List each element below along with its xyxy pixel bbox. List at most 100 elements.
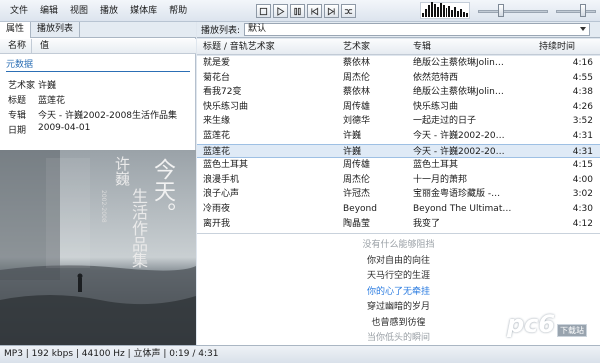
cell-album: 我变了 [413,218,441,229]
property-row-title[interactable]: 标题 蓝莲花 [8,93,65,106]
menu-file[interactable]: 文件 [4,0,34,22]
tab-properties[interactable]: 属性 [0,22,32,38]
spectrum-bar [457,11,460,17]
watermark-logo: pc6 [507,310,556,338]
cell-album: 蓝色土耳其 [413,160,459,171]
cell-artist: 周杰伦 [343,72,371,83]
menu-edit[interactable]: 编辑 [34,0,64,22]
playlist-rows: 就是爱 蔡依林 绝版公主蔡依琳Jolin… 4:16 菊花台 周杰伦 依然范特西 4:55 看我… [197,56,600,233]
property-value: 2009-04-01 [38,123,91,133]
spectrum-bar [460,9,463,17]
menu-bar: 文件 编辑 视图 播放 媒体库 帮助 [4,0,193,22]
spectrum-bar [454,7,457,17]
left-tabs: 属性 播放列表 [0,22,196,38]
table-row[interactable]: 蓝色土耳其 周传雄 蓝色土耳其 4:15 [197,158,600,173]
table-row[interactable]: 来生缘 刘德华 一起走过的日子 3:52 [197,114,600,129]
seek-bar[interactable] [478,10,548,13]
table-row[interactable]: 冷雨夜 Beyond Beyond The Ultimat… 4:30 [197,202,600,217]
album-artist-text: 许巍 [113,156,131,186]
header-title[interactable]: 标题 / 音轨艺术家 [203,39,275,55]
random-icon [344,8,353,14]
table-row[interactable]: 快乐练习曲 周传雄 快乐练习曲 4:26 [197,100,600,115]
cell-title: 离开我 [203,218,231,229]
watermark-sub: 下载站 [557,324,587,337]
spectrum-bar [448,6,451,17]
column-name[interactable]: 名称 [0,39,32,53]
random-button[interactable] [341,4,356,18]
table-row[interactable]: 浪漫手机 周杰伦 十一月的萧邦 4:00 [197,173,600,188]
property-value: 今天 - 许巍2002-2008生活作品集 [38,111,178,121]
stop-button[interactable] [256,4,271,18]
spectrum-bar [442,5,445,17]
watermark: pc6 下载站 [507,310,595,340]
pause-icon [294,7,301,15]
album-year-text: 2002-2008 [100,190,107,223]
cell-title: 蓝色土耳其 [203,160,249,171]
menu-playback[interactable]: 播放 [94,0,124,22]
cell-duration: 3:52 [572,116,593,127]
spectrum-bar [422,13,424,17]
volume-slider[interactable] [556,10,596,13]
header-album[interactable]: 专辑 [413,39,431,55]
table-row[interactable]: 蓝莲花 许巍 今天 - 许巍2002-20… 4:31 [197,129,600,144]
cell-title: 就是爱 [203,58,231,68]
status-text: MP3 | 192 kbps | 44100 Hz | 立体声 | 0:19 /… [4,349,219,359]
column-value[interactable]: 值 [32,39,49,53]
spectrum-visualizer [420,2,470,19]
menu-library[interactable]: 媒体库 [124,0,163,22]
cell-album: 十一月的萧邦 [413,174,468,185]
cell-artist: Beyond [343,204,377,214]
cell-album: 宝丽金粤语珍藏版 -… [413,189,501,200]
property-row-date[interactable]: 日期 2009-04-01 [8,123,90,136]
next-button[interactable] [324,4,339,18]
playlist-header: 标题 / 音轨艺术家 艺术家 专辑 持续时间 [197,39,600,55]
header-duration[interactable]: 持续时间 [539,39,575,55]
spectrum-bar [463,12,466,17]
menu-help[interactable]: 帮助 [163,0,193,22]
cell-duration: 4:30 [572,204,593,214]
cell-album: 一起走过的日子 [413,116,477,127]
album-art: 今天。 许巍 生活作品集 2002-2008 [0,150,196,345]
property-key: 日期 [8,126,27,136]
cell-album: 依然范特西 [413,72,459,83]
cell-artist: 许巍 [343,146,362,157]
cell-title: 来生缘 [203,116,231,127]
header-artist[interactable]: 艺术家 [343,39,370,55]
play-icon [277,6,285,16]
properties-header: 名称 值 [0,39,196,54]
table-row[interactable]: 蓝莲花 许巍 今天 - 许巍2002-20… 4:31 [197,143,600,159]
top-toolbar: 文件 编辑 视图 播放 媒体库 帮助 [0,0,600,22]
spectrum-bar [424,9,427,17]
playlist-dropdown[interactable]: 默认 [244,23,591,36]
property-row-album[interactable]: 专辑 今天 - 许巍2002-2008生活作品集 [8,108,177,121]
cell-album: 绝版公主蔡依琳Jolin… [413,87,504,98]
table-row[interactable]: 浪子心声 许冠杰 宝丽金粤语珍藏版 -… 3:02 [197,187,600,202]
table-row[interactable]: 看我72变 蔡依林 绝版公主蔡依琳Jolin… 4:38 [197,85,600,100]
volume-thumb[interactable] [580,4,586,17]
play-button[interactable] [273,4,288,18]
chevron-down-icon [580,27,587,31]
property-row-artist[interactable]: 艺术家 许巍 [8,78,56,91]
cell-album: 绝版公主蔡依琳Jolin… [413,58,504,68]
property-key: 艺术家 [8,81,36,91]
pause-button[interactable] [290,4,305,18]
table-row[interactable]: 离开我 陶晶莹 我变了 4:12 [197,217,600,232]
menu-view[interactable]: 视图 [64,0,94,22]
table-row[interactable]: 就是爱 蔡依林 绝版公主蔡依琳Jolin… 4:16 [197,56,600,71]
spectrum-bar [466,13,468,17]
cell-artist: 周杰伦 [343,174,371,185]
property-value: 许巍 [38,81,57,91]
cell-artist: 周传雄 [343,101,371,112]
spectrum-bar [451,10,454,17]
album-subtitle-text: 生活作品集 [129,188,148,268]
cell-title: 浪漫手机 [203,174,240,185]
tab-playlists[interactable]: 播放列表 [31,22,81,37]
previous-button[interactable] [307,4,322,18]
metadata-group-title: 元数据 [6,59,190,72]
cell-duration: 4:16 [572,58,593,68]
table-row[interactable]: 菊花台 周杰伦 依然范特西 4:55 [197,71,600,86]
cell-artist: 刘德华 [343,116,371,127]
seek-thumb[interactable] [498,4,504,17]
cell-duration: 3:02 [572,189,593,200]
cell-duration: 4:31 [572,131,593,141]
